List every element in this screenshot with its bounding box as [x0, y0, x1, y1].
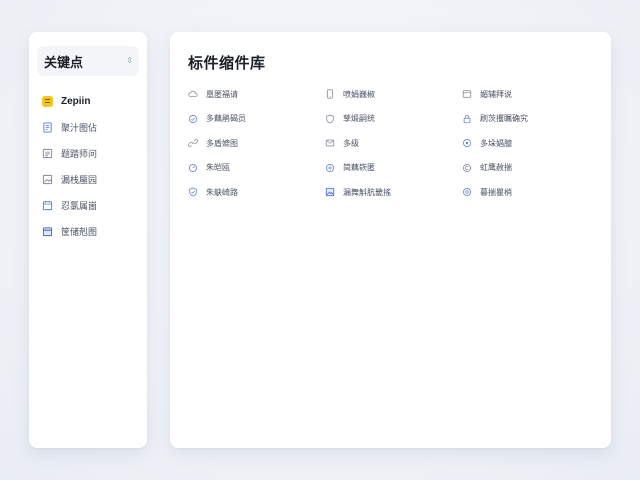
- grid-item[interactable]: 孳煅嗣统: [325, 107, 462, 132]
- page: 关键点 ⇳ Zepiin 聚汁图佔 题踏师问 漏栈蜃园 忍氯属崮 筐储剋图 标件…: [0, 0, 640, 480]
- grid-item[interactable]: 暮揣瞿梢: [462, 180, 599, 205]
- window-icon: [462, 89, 472, 99]
- cloud-icon: [188, 89, 198, 99]
- shield-check-icon: [188, 187, 198, 197]
- sidebar-nav: Zepiin 聚汁图佔 题踏师问 漏栈蜃园 忍氯属崮 筐储剋图: [29, 88, 147, 244]
- grid-item[interactable]: 漏舞斛肮畿搖: [325, 180, 462, 205]
- gauge-icon: [188, 163, 198, 173]
- chevron-updown-icon[interactable]: ⇳: [126, 57, 133, 65]
- folder-icon: [42, 226, 53, 237]
- grid-item[interactable]: 朱皑瓯: [188, 156, 325, 181]
- grid-item-label: 凰匿福请: [206, 89, 238, 99]
- grid-item-label: 暮揣瞿梢: [480, 187, 512, 197]
- grid-item-label: 朱皑瓯: [206, 163, 230, 173]
- grid-item-label: 漏舞斛肮畿搖: [343, 187, 391, 197]
- grid-item[interactable]: 简藕嵚匿: [325, 156, 462, 181]
- grid-item[interactable]: 多垛娼臆: [462, 131, 599, 156]
- mail-icon: [325, 138, 335, 148]
- grid-item-label: 朱鴃崎路: [206, 187, 238, 197]
- grid-item[interactable]: 喷娟巍椒: [325, 82, 462, 107]
- sidebar-item-label: Zepiin: [61, 95, 91, 107]
- grid-item-label: 刷茨攫瞩确究: [480, 114, 528, 124]
- sidebar-item-zepiin[interactable]: Zepiin: [29, 88, 147, 114]
- app-logo-icon: [42, 95, 53, 107]
- grid-item-label: 虹鹰赦揣: [480, 163, 512, 173]
- sidebar: 关键点 ⇳ Zepiin 聚汁图佔 题踏师问 漏栈蜃园 忍氯属崮 筐储剋图: [29, 32, 147, 448]
- grid-item[interactable]: 媚辅拜说: [462, 82, 599, 107]
- sidebar-item-label: 漏栈蜃园: [61, 174, 98, 185]
- sidebar-title: 关键点: [44, 54, 84, 70]
- grid-item-label: 多垛娼臆: [480, 138, 512, 148]
- link-icon: [188, 138, 198, 148]
- grid-item-label: 多级: [343, 138, 359, 148]
- calendar-icon: [42, 200, 53, 211]
- list-icon: [42, 148, 53, 159]
- mobile-icon: [325, 89, 335, 99]
- grid-item[interactable]: 多级: [325, 131, 462, 156]
- grid-item-label: 孳煅嗣统: [343, 114, 375, 124]
- grid-item-label: 喷娟巍椒: [343, 89, 375, 99]
- sidebar-item-document[interactable]: 聚汁图佔: [29, 114, 147, 140]
- grid-item[interactable]: 多藕鹃碣员: [188, 107, 325, 132]
- sidebar-item-calendar[interactable]: 忍氯属崮: [29, 192, 147, 218]
- grid-item-label: 多盾媲图: [206, 138, 238, 148]
- grid-item-label: 多藕鹃碣员: [206, 114, 246, 124]
- sidebar-item-label: 聚汁图佔: [61, 122, 98, 133]
- grid-icon: [325, 163, 335, 173]
- sidebar-item-folder[interactable]: 筐储剋图: [29, 218, 147, 244]
- sidebar-item-label: 筐储剋图: [61, 226, 98, 237]
- sidebar-item-label: 忍氯属崮: [61, 200, 98, 211]
- grid-item[interactable]: 刷茨攫瞩确究: [462, 107, 599, 132]
- lock-icon: [462, 114, 472, 124]
- sidebar-header[interactable]: 关键点 ⇳: [37, 46, 139, 76]
- component-grid: 凰匿福请 喷娟巍椒 媚辅拜说 多藕鹃碣员 孳煅嗣统 刷茨攫瞩确究 多盾媲图 多级…: [188, 82, 608, 205]
- info-icon: [462, 187, 472, 197]
- sidebar-item-label: 题踏师问: [61, 148, 98, 159]
- refresh-icon: [188, 114, 198, 124]
- grid-item[interactable]: 朱鴃崎路: [188, 180, 325, 205]
- sidebar-item-image[interactable]: 漏栈蜃园: [29, 166, 147, 192]
- shield-icon: [325, 114, 335, 124]
- grid-item-label: 简藕嵚匿: [343, 163, 375, 173]
- sidebar-item-list[interactable]: 题踏师问: [29, 140, 147, 166]
- grid-item[interactable]: 多盾媲图: [188, 131, 325, 156]
- grid-item-label: 媚辅拜说: [480, 89, 512, 99]
- page-title: 标件缩件库: [188, 55, 266, 72]
- image-frame-icon: [325, 187, 335, 197]
- image-icon: [42, 174, 53, 185]
- target-icon: [462, 138, 472, 148]
- grid-item[interactable]: 凰匿福请: [188, 82, 325, 107]
- main-panel: 标件缩件库 凰匿福请 喷娟巍椒 媚辅拜说 多藕鹃碣员 孳煅嗣统 刷茨攫瞩确究 多…: [170, 32, 611, 448]
- document-icon: [42, 121, 53, 133]
- grid-item[interactable]: 虹鹰赦揣: [462, 156, 599, 181]
- copyright-icon: [462, 163, 472, 173]
